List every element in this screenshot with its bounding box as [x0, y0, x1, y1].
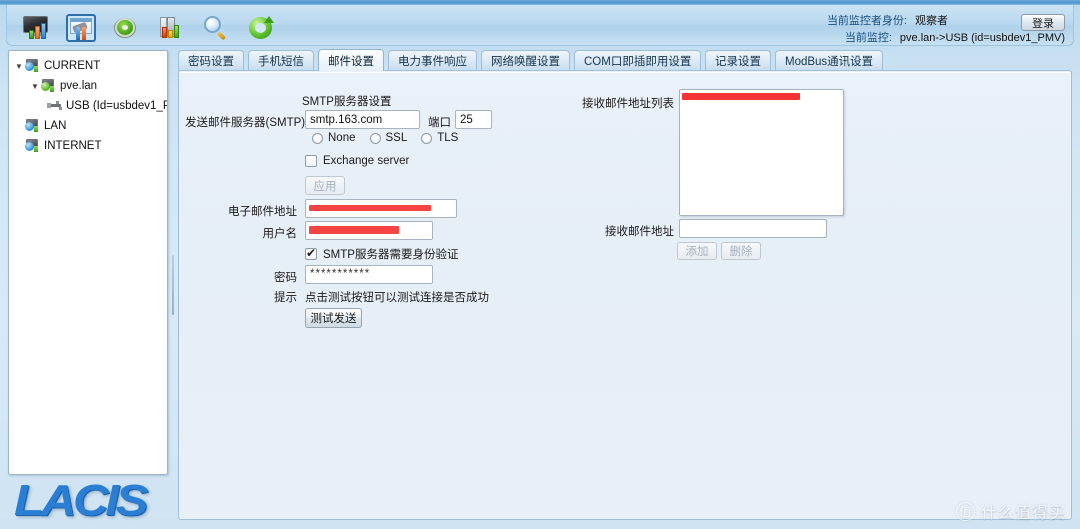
email-address-redaction [309, 205, 431, 211]
smtp-server-input[interactable] [305, 110, 420, 129]
tab-3[interactable]: 电力事件响应 [388, 50, 477, 71]
panel-splitter[interactable] [170, 50, 176, 520]
tab-1[interactable]: 手机短信 [248, 50, 314, 71]
security-radio-none[interactable]: None [312, 132, 356, 144]
recipient-redaction [682, 93, 800, 100]
tab-label: COM口即插即用设置 [584, 56, 692, 68]
tab-label: 网络唤醒设置 [491, 56, 560, 68]
watermark-text: 什么值得买 [980, 505, 1066, 522]
tree-item-label: CURRENT [44, 60, 101, 72]
tab-4[interactable]: 网络唤醒设置 [481, 50, 570, 71]
exchange-server-checkbox[interactable]: Exchange server [305, 155, 409, 167]
radio-dot[interactable] [369, 132, 381, 144]
tab-label: 邮件设置 [328, 55, 374, 68]
recipient-list-label: 接收邮件地址列表 [582, 98, 674, 110]
username-redaction [309, 226, 399, 234]
smtp-port-label: 端口 [428, 117, 451, 129]
radio-dot[interactable] [312, 132, 323, 144]
toolbar-icon-group [21, 14, 276, 42]
network-computer-icon [25, 139, 41, 153]
main-toolbar: 当前监控者身份: 观察者 当前监控: pve.lan->USB (id=usbd… [6, 5, 1074, 46]
window-tools-icon[interactable] [66, 14, 96, 42]
apply-button[interactable]: 应用 [305, 176, 345, 195]
smtp-auth-checkbox-box[interactable] [305, 246, 317, 260]
smtp-auth-checkbox[interactable]: SMTP服务器需要身份验证 [305, 246, 458, 262]
security-radio-label: SSL [385, 132, 408, 144]
test-send-button[interactable]: 测试发送 [305, 308, 362, 328]
device-tree: ▼ CURRENT ▼ pve.lan USB (Id=usbdev1_PMV LAN IN… [9, 51, 167, 156]
tab-label: 密码设置 [188, 56, 234, 68]
refresh-icon[interactable] [246, 14, 276, 42]
smtp-auth-label: SMTP服务器需要身份验证 [323, 249, 459, 261]
session-target-label: 当前监控: [844, 32, 892, 44]
tab-2[interactable]: 邮件设置 [318, 49, 384, 71]
session-target-row: 当前监控: pve.lan->USB (id=usbdev1_PMV) [783, 30, 1065, 47]
hint-label: 提示 [274, 292, 297, 304]
splitter-grip[interactable] [172, 255, 174, 315]
monitor-chart-icon[interactable] [21, 14, 51, 42]
tab-7[interactable]: ModBus通讯设置 [775, 50, 884, 71]
watermark-badge: 值 [955, 501, 975, 521]
add-recipient-button[interactable]: 添加 [677, 242, 717, 260]
username-label: 用户名 [262, 228, 298, 240]
usb-plug-icon [47, 100, 63, 112]
tab-5[interactable]: COM口即插即用设置 [574, 50, 702, 71]
recipient-input[interactable] [679, 219, 827, 238]
security-radio-label: TLS [437, 132, 459, 144]
tree-item-lan[interactable]: LAN [13, 116, 167, 136]
exchange-server-checkbox-box[interactable] [305, 155, 317, 167]
settings-tabstrip: 密码设置 手机短信 邮件设置 电力事件响应 网络唤醒设置 COM口即插即用设置 记录设置 Mo… [178, 49, 1072, 71]
hint-text: 点击测试按钮可以测试连接是否成功 [305, 292, 489, 304]
smtp-server-label: 发送邮件服务器(SMTP) [185, 117, 306, 129]
recipient-list[interactable] [679, 89, 844, 216]
expand-arrow-icon[interactable]: ▼ [13, 62, 25, 71]
brand-logo: LACIS [14, 476, 148, 525]
recipient-input-label: 接收邮件地址 [605, 226, 674, 238]
books-chart-icon[interactable] [156, 14, 186, 42]
tree-item-usb[interactable]: USB (Id=usbdev1_PMV [13, 96, 167, 116]
mail-settings-panel: SMTP服务器设置 发送邮件服务器(SMTP) 端口 None SSL TLS Ex… [178, 70, 1072, 520]
radio-dot[interactable] [421, 132, 433, 144]
security-radio-ssl[interactable]: SSL [369, 132, 408, 144]
search-icon[interactable] [201, 14, 231, 42]
tree-item-pve.lan[interactable]: ▼ pve.lan [13, 76, 167, 96]
exchange-server-label: Exchange server [323, 155, 410, 167]
tree-item-label: USB (Id=usbdev1_PMV [66, 100, 167, 112]
password-input[interactable]: *********** [305, 265, 433, 284]
network-computer-icon [25, 119, 41, 133]
expand-arrow-icon[interactable]: ▼ [29, 82, 41, 91]
network-computer-icon [25, 59, 41, 73]
tree-item-label: pve.lan [60, 80, 98, 92]
email-address-label: 电子邮件地址 [228, 206, 297, 218]
delete-recipient-button[interactable]: 删除 [721, 242, 761, 260]
smtp-section-title: SMTP服务器设置 [302, 96, 392, 108]
tab-label: ModBus通讯设置 [785, 56, 874, 68]
site-watermark: 值 什么值得买 [955, 499, 1066, 523]
tab-6[interactable]: 记录设置 [705, 50, 771, 71]
tab-0[interactable]: 密码设置 [178, 50, 244, 71]
smtp-security-radio-group: None SSL TLS [312, 132, 458, 144]
application-window: 当前监控者身份: 观察者 当前监控: pve.lan->USB (id=usbd… [0, 0, 1080, 529]
tab-label: 电力事件响应 [398, 56, 467, 68]
recipient-list-item[interactable] [680, 90, 843, 104]
security-radio-label: None [328, 132, 356, 144]
device-tree-panel[interactable]: ▼ CURRENT ▼ pve.lan USB (Id=usbdev1_PMV LAN IN… [8, 50, 168, 475]
login-button[interactable]: 登录 [1021, 14, 1065, 31]
tree-item-internet[interactable]: INTERNET [13, 136, 167, 156]
tab-label: 手机短信 [258, 56, 304, 68]
tree-item-current[interactable]: ▼ CURRENT [13, 56, 167, 76]
tab-label: 记录设置 [715, 56, 761, 68]
password-label: 密码 [274, 272, 297, 284]
security-radio-tls[interactable]: TLS [421, 132, 458, 144]
gear-icon[interactable] [111, 14, 141, 42]
session-identity-label: 当前监控者身份: [826, 15, 907, 27]
session-target-value: pve.lan->USB (id=usbdev1_PMV) [899, 32, 1065, 44]
monitor-green-icon [41, 79, 57, 93]
smtp-port-input[interactable] [455, 110, 492, 129]
tree-item-label: INTERNET [44, 140, 102, 152]
tree-item-label: LAN [44, 120, 67, 132]
